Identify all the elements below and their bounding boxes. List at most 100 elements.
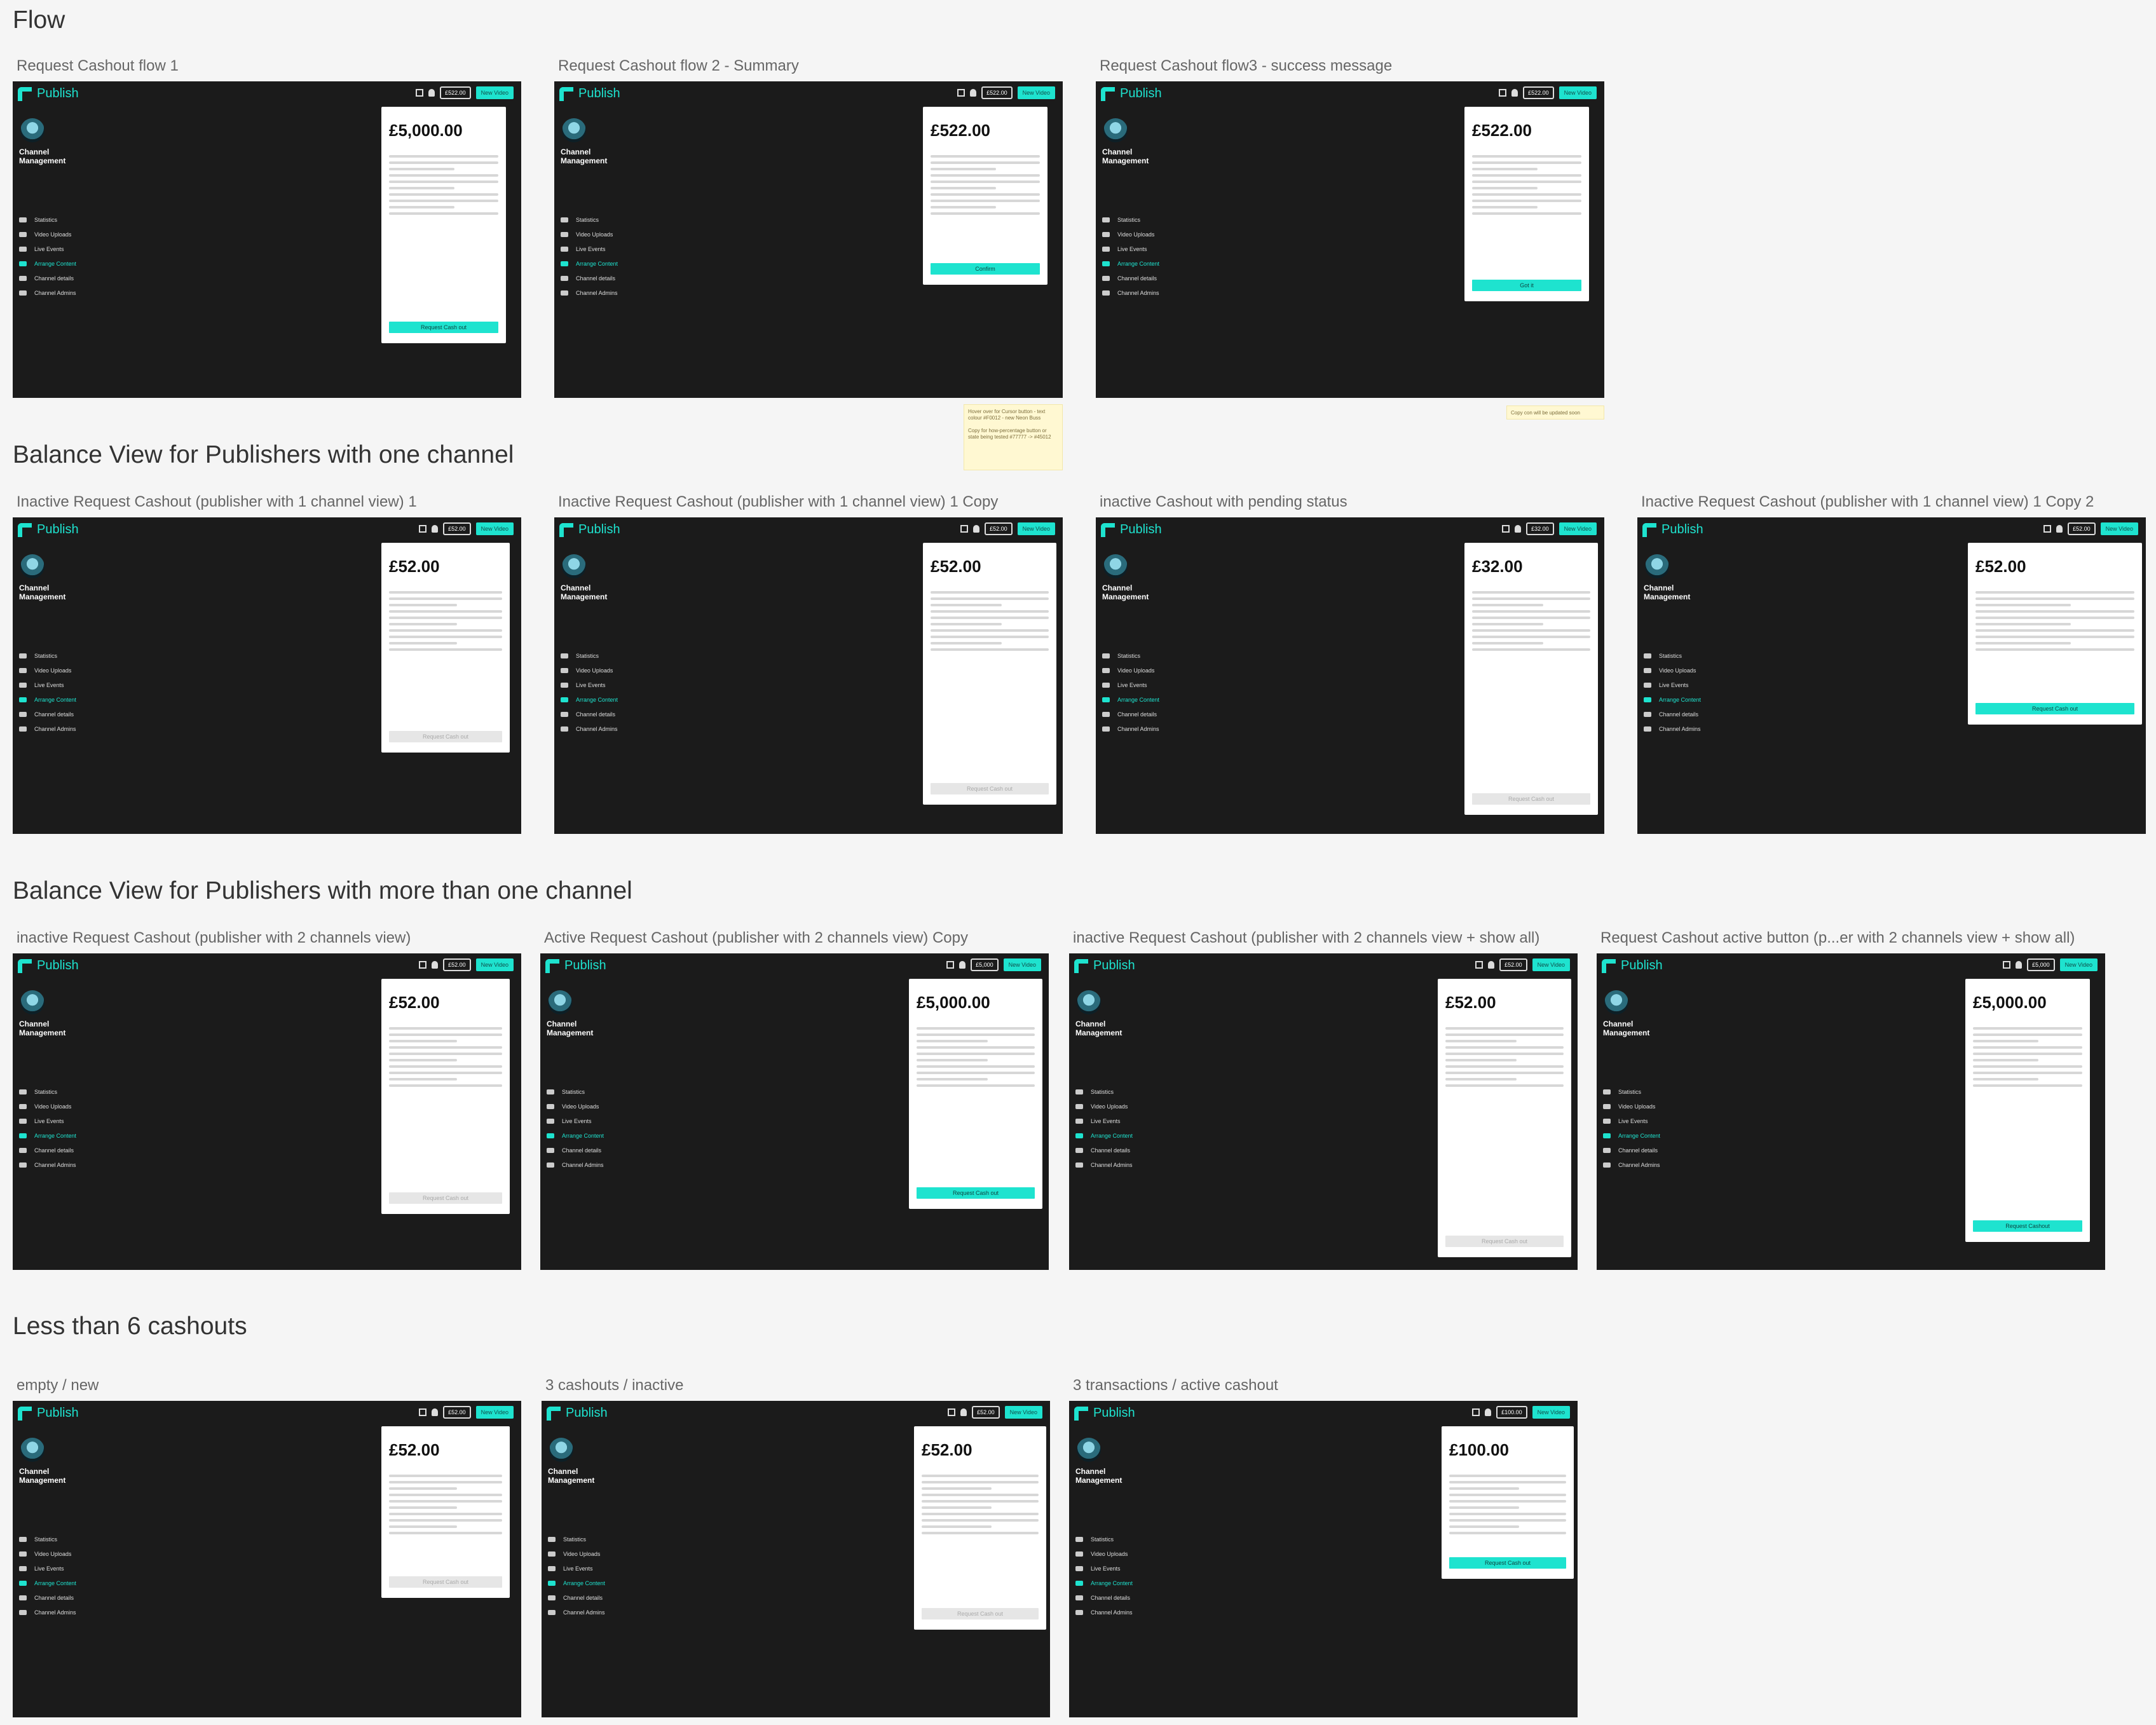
sidebar-item[interactable]: Live Events	[547, 1114, 604, 1128]
grid-icon[interactable]	[416, 89, 424, 97]
user-icon[interactable]	[1485, 1408, 1492, 1416]
sidebar-item[interactable]: Channel Admins	[19, 1157, 76, 1172]
sidebar-item[interactable]: Arrange Content	[1644, 692, 1701, 707]
sidebar-item[interactable]: Channel Admins	[1075, 1157, 1133, 1172]
user-icon[interactable]	[1515, 525, 1522, 533]
sidebar-item[interactable]: Statistics	[1603, 1084, 1660, 1099]
sidebar-item[interactable]: Channel details	[547, 1143, 604, 1157]
sidebar-item[interactable]: Arrange Content	[1075, 1576, 1133, 1590]
publish-logo[interactable]: Publish	[1602, 958, 1663, 973]
new-video-button[interactable]: New Video	[1003, 958, 1041, 971]
sidebar-item[interactable]: Channel details	[19, 707, 76, 721]
new-video-button[interactable]: New Video	[2100, 522, 2138, 535]
sidebar-item[interactable]: Live Events	[561, 678, 618, 692]
sidebar-item[interactable]: Channel details	[19, 1590, 76, 1605]
sidebar-item[interactable]: Live Events	[1075, 1561, 1133, 1576]
new-video-button[interactable]: New Video	[1017, 86, 1055, 99]
sidebar-item[interactable]: Live Events	[1603, 1114, 1660, 1128]
sidebar-item[interactable]: Statistics	[1075, 1532, 1133, 1546]
request-cashout-button[interactable]: Confirm	[931, 263, 1040, 275]
sidebar-item[interactable]: Statistics	[1102, 648, 1159, 663]
sidebar-item[interactable]: Live Events	[1102, 678, 1159, 692]
balance-chip[interactable]: £522.00	[440, 86, 471, 99]
sidebar-item[interactable]: Arrange Content	[19, 1128, 76, 1143]
user-icon[interactable]	[432, 525, 439, 533]
new-video-button[interactable]: New Video	[2059, 958, 2098, 971]
sidebar-item[interactable]: Live Events	[548, 1561, 605, 1576]
grid-icon[interactable]	[946, 961, 955, 969]
sidebar-item[interactable]: Video Uploads	[561, 663, 618, 678]
sidebar-item[interactable]: Arrange Content	[561, 692, 618, 707]
balance-chip[interactable]: £522.00	[981, 86, 1013, 99]
sidebar-item[interactable]: Statistics	[19, 1084, 76, 1099]
sidebar-item[interactable]: Channel Admins	[19, 285, 76, 300]
grid-icon[interactable]	[960, 525, 969, 533]
request-cashout-button[interactable]: Request Cash out	[931, 783, 1049, 794]
sidebar-item[interactable]: Channel details	[561, 271, 618, 285]
sidebar-item[interactable]: Channel Admins	[19, 1605, 76, 1619]
grid-icon[interactable]	[957, 89, 965, 97]
balance-chip[interactable]: £5,000	[2027, 958, 2055, 971]
sidebar-item[interactable]: Channel details	[561, 707, 618, 721]
balance-chip[interactable]: £52.00	[2068, 522, 2096, 535]
sidebar-item[interactable]: Video Uploads	[1102, 663, 1159, 678]
sidebar-item[interactable]: Arrange Content	[548, 1576, 605, 1590]
sidebar-item[interactable]: Statistics	[1075, 1084, 1133, 1099]
sidebar-item[interactable]: Arrange Content	[1102, 692, 1159, 707]
balance-chip[interactable]: £52.00	[1499, 958, 1527, 971]
user-icon[interactable]	[973, 525, 980, 533]
user-icon[interactable]	[2016, 961, 2023, 969]
request-cashout-button[interactable]: Request Cash out	[1975, 703, 2134, 714]
sidebar-item[interactable]: Statistics	[19, 648, 76, 663]
publish-logo[interactable]: Publish	[1101, 86, 1162, 101]
sidebar-item[interactable]: Statistics	[1644, 648, 1701, 663]
sidebar-item[interactable]: Live Events	[19, 678, 76, 692]
sidebar-item[interactable]: Channel Admins	[561, 285, 618, 300]
sidebar-item[interactable]: Live Events	[19, 1114, 76, 1128]
grid-icon[interactable]	[1502, 525, 1510, 533]
balance-chip[interactable]: £52.00	[443, 522, 471, 535]
sidebar-item[interactable]: Arrange Content	[19, 692, 76, 707]
sidebar-item[interactable]: Video Uploads	[561, 227, 618, 242]
request-cashout-button[interactable]: Request Cash out	[917, 1187, 1035, 1199]
grid-icon[interactable]	[419, 1408, 427, 1416]
sidebar-item[interactable]: Channel Admins	[1075, 1605, 1133, 1619]
sidebar-item[interactable]: Live Events	[561, 242, 618, 256]
user-icon[interactable]	[1488, 961, 1495, 969]
sidebar-item[interactable]: Live Events	[1075, 1114, 1133, 1128]
grid-icon[interactable]	[948, 1408, 956, 1416]
request-cashout-button[interactable]: Request Cash out	[389, 322, 498, 333]
new-video-button[interactable]: New Video	[1532, 958, 1570, 971]
user-icon[interactable]	[2056, 525, 2063, 533]
request-cashout-button[interactable]: Request Cash out	[389, 731, 502, 742]
sidebar-item[interactable]: Arrange Content	[1075, 1128, 1133, 1143]
request-cashout-button[interactable]: Got it	[1472, 280, 1581, 291]
sidebar-item[interactable]: Channel details	[1644, 707, 1701, 721]
sidebar-item[interactable]: Arrange Content	[547, 1128, 604, 1143]
sidebar-item[interactable]: Statistics	[561, 212, 618, 227]
sidebar-item[interactable]: Channel Admins	[548, 1605, 605, 1619]
request-cashout-button[interactable]: Request Cash out	[1445, 1236, 1564, 1247]
sidebar-item[interactable]: Video Uploads	[547, 1099, 604, 1114]
balance-chip[interactable]: £5,000	[971, 958, 999, 971]
sidebar-item[interactable]: Channel Admins	[1603, 1157, 1660, 1172]
sidebar-item[interactable]: Video Uploads	[1102, 227, 1159, 242]
grid-icon[interactable]	[419, 525, 427, 533]
sidebar-item[interactable]: Video Uploads	[19, 227, 76, 242]
sidebar-item[interactable]: Channel Admins	[19, 721, 76, 736]
sidebar-item[interactable]: Video Uploads	[1075, 1099, 1133, 1114]
balance-chip[interactable]: £32.00	[1526, 522, 1554, 535]
sidebar-item[interactable]: Channel Admins	[561, 721, 618, 736]
sidebar-item[interactable]: Arrange Content	[1102, 256, 1159, 271]
balance-chip[interactable]: £522.00	[1523, 86, 1554, 99]
user-icon[interactable]	[1511, 89, 1518, 97]
grid-icon[interactable]	[1472, 1408, 1480, 1416]
user-icon[interactable]	[432, 961, 439, 969]
request-cashout-button[interactable]: Request Cash out	[1449, 1557, 1566, 1569]
sidebar-item[interactable]: Channel details	[548, 1590, 605, 1605]
sidebar-item[interactable]: Live Events	[1102, 242, 1159, 256]
request-cashout-button[interactable]: Request Cash out	[389, 1192, 502, 1204]
new-video-button[interactable]: New Video	[475, 86, 514, 99]
sidebar-item[interactable]: Statistics	[561, 648, 618, 663]
new-video-button[interactable]: New Video	[1017, 522, 1055, 535]
